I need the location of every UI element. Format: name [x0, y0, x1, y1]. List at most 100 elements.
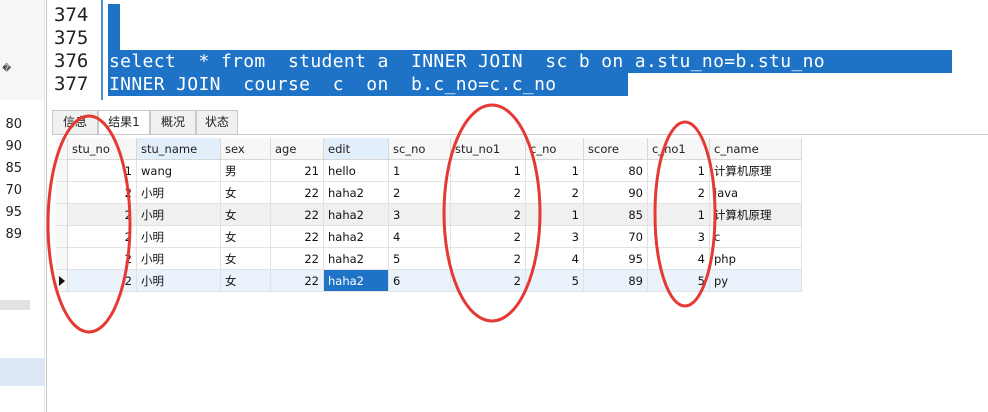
column-header[interactable]: stu_no: [68, 138, 137, 160]
code-line[interactable]: INNER JOIN course c on b.c_no=c.c_no: [109, 73, 556, 96]
selected-cell[interactable]: haha2: [324, 270, 389, 292]
table-cell[interactable]: haha2: [324, 248, 389, 270]
table-cell[interactable]: 5: [389, 248, 451, 270]
table-cell[interactable]: hello: [324, 160, 389, 182]
left-pane: � 80 90 85 70 95 89: [0, 0, 45, 412]
table-cell[interactable]: haha2: [324, 182, 389, 204]
table-cell[interactable]: 2: [451, 248, 526, 270]
row-selector[interactable]: [56, 226, 68, 248]
column-header[interactable]: c_no: [526, 138, 584, 160]
line-number: 374: [54, 4, 89, 26]
table-cell[interactable]: 21: [271, 160, 324, 182]
tab-result1[interactable]: 结果1: [98, 110, 150, 135]
code-line[interactable]: select * from student a INNER JOIN sc b …: [109, 50, 836, 73]
row-selector[interactable]: [56, 270, 68, 292]
column-header[interactable]: stu_name: [137, 138, 221, 160]
table-cell[interactable]: 5: [648, 270, 710, 292]
table-cell[interactable]: haha2: [324, 226, 389, 248]
table-cell[interactable]: 1: [451, 160, 526, 182]
tab-status[interactable]: 状态: [196, 110, 238, 135]
table-cell[interactable]: 2: [648, 182, 710, 204]
table-cell[interactable]: 22: [271, 182, 324, 204]
table-cell[interactable]: 4: [526, 248, 584, 270]
table-cell[interactable]: 22: [271, 204, 324, 226]
left-pane-scrollbar[interactable]: [0, 300, 30, 310]
table-cell[interactable]: 90: [584, 182, 648, 204]
table-cell[interactable]: haha2: [324, 204, 389, 226]
row-selector[interactable]: [56, 248, 68, 270]
table-cell[interactable]: 2: [526, 182, 584, 204]
table-cell[interactable]: 2: [451, 204, 526, 226]
column-header[interactable]: age: [271, 138, 324, 160]
table-cell[interactable]: 女: [221, 204, 271, 226]
table-cell[interactable]: 计算机原理: [710, 204, 802, 226]
column-header[interactable]: sex: [221, 138, 271, 160]
table-cell[interactable]: 1: [68, 160, 137, 182]
table-cell[interactable]: 22: [271, 226, 324, 248]
table-cell[interactable]: 6: [389, 270, 451, 292]
table-cell[interactable]: 3: [389, 204, 451, 226]
table-cell[interactable]: 女: [221, 270, 271, 292]
table-cell[interactable]: 4: [648, 248, 710, 270]
table-cell[interactable]: 3: [526, 226, 584, 248]
table-cell[interactable]: 1: [389, 160, 451, 182]
table-cell[interactable]: py: [710, 270, 802, 292]
table-cell[interactable]: 女: [221, 248, 271, 270]
column-header[interactable]: c_no1: [648, 138, 710, 160]
table-cell[interactable]: 5: [526, 270, 584, 292]
table-cell[interactable]: 2: [451, 182, 526, 204]
line-number: 377: [54, 73, 89, 95]
table-cell[interactable]: 4: [389, 226, 451, 248]
table-cell[interactable]: 2: [68, 248, 137, 270]
table-cell[interactable]: 女: [221, 182, 271, 204]
table-cell[interactable]: 2: [68, 270, 137, 292]
table-cell[interactable]: 22: [271, 270, 324, 292]
table-cell[interactable]: 85: [584, 204, 648, 226]
table-cell[interactable]: 小明: [137, 182, 221, 204]
table-cell[interactable]: c: [710, 226, 802, 248]
left-pane-value: 70: [5, 183, 22, 198]
left-pane-top: [0, 0, 44, 100]
table-cell[interactable]: php: [710, 248, 802, 270]
table-cell[interactable]: 1: [648, 160, 710, 182]
table-cell[interactable]: 男: [221, 160, 271, 182]
row-selector[interactable]: [56, 160, 68, 182]
column-header[interactable]: sc_no: [389, 138, 451, 160]
column-header[interactable]: score: [584, 138, 648, 160]
table-cell[interactable]: 小明: [137, 248, 221, 270]
table-cell[interactable]: 2: [451, 226, 526, 248]
tab-info[interactable]: 信息: [52, 110, 98, 135]
column-header[interactable]: c_name: [710, 138, 802, 160]
row-selector[interactable]: [56, 204, 68, 226]
row-selector[interactable]: [56, 182, 68, 204]
table-cell[interactable]: 95: [584, 248, 648, 270]
table-cell[interactable]: 计算机原理: [710, 160, 802, 182]
table-cell[interactable]: 小明: [137, 270, 221, 292]
table-cell[interactable]: 小明: [137, 226, 221, 248]
table-cell[interactable]: 女: [221, 226, 271, 248]
table-cell[interactable]: wang: [137, 160, 221, 182]
table-cell[interactable]: java: [710, 182, 802, 204]
table-cell[interactable]: 小明: [137, 204, 221, 226]
pane-divider[interactable]: [46, 0, 47, 412]
left-pane-value: 80: [5, 117, 22, 132]
column-header[interactable]: stu_no1: [451, 138, 526, 160]
table-cell[interactable]: 70: [584, 226, 648, 248]
table-cell[interactable]: 1: [526, 160, 584, 182]
sql-editor[interactable]: 374 375 376 377 select * from student a …: [48, 0, 988, 108]
table-cell[interactable]: 2: [68, 182, 137, 204]
table-cell[interactable]: 2: [451, 270, 526, 292]
table-cell[interactable]: 1: [648, 204, 710, 226]
table-cell[interactable]: 1: [526, 204, 584, 226]
table-cell[interactable]: 2: [68, 226, 137, 248]
column-header[interactable]: edit: [324, 138, 389, 160]
table-cell[interactable]: 2: [68, 204, 137, 226]
tabs-baseline: [52, 134, 988, 135]
table-cell[interactable]: 3: [648, 226, 710, 248]
current-row-arrow-icon: [59, 276, 65, 286]
table-cell[interactable]: 22: [271, 248, 324, 270]
table-cell[interactable]: 89: [584, 270, 648, 292]
table-cell[interactable]: 2: [389, 182, 451, 204]
tab-profile[interactable]: 概况: [150, 110, 196, 135]
table-cell[interactable]: 80: [584, 160, 648, 182]
